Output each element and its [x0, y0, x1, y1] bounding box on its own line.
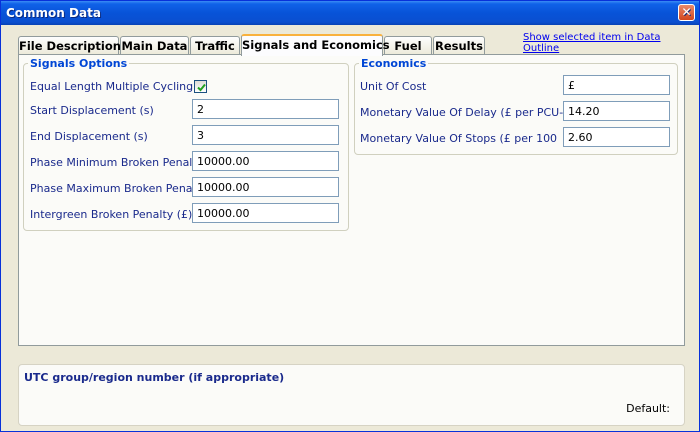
intergreen-penalty-input[interactable] — [192, 203, 339, 223]
unit-of-cost-input[interactable] — [563, 75, 670, 95]
info-box: UTC group/region number (if appropriate)… — [18, 364, 685, 426]
signals-options-legend: Signals Options — [30, 57, 128, 70]
equal-length-checkbox[interactable] — [194, 80, 207, 93]
phase-max-penalty-input[interactable] — [192, 177, 339, 197]
window-title: Common Data — [6, 6, 101, 20]
economics-legend: Economics — [361, 57, 427, 70]
default-label: Default: — [626, 402, 670, 415]
end-displacement-label: End Displacement (s) — [30, 130, 148, 143]
tab-traffic[interactable]: Traffic — [190, 36, 240, 55]
close-icon: ✕ — [681, 5, 692, 19]
title-bar: Common Data ✕ — [1, 1, 699, 25]
tab-main-data[interactable]: Main Data — [120, 36, 189, 55]
tab-results[interactable]: Results — [433, 36, 485, 55]
check-icon — [197, 83, 206, 92]
phase-min-penalty-input[interactable] — [192, 151, 339, 171]
intergreen-penalty-label: Intergreen Broken Penalty (£) — [30, 208, 193, 221]
equal-length-label: Equal Length Multiple Cycling — [30, 80, 194, 93]
start-displacement-label: Start Displacement (s) — [30, 104, 154, 117]
delay-value-input[interactable] — [563, 101, 670, 121]
phase-max-penalty-label: Phase Maximum Broken Penalty — [30, 182, 207, 195]
show-in-data-outline-link[interactable]: Show selected item in Data Outline — [523, 32, 699, 54]
stops-value-label: Monetary Value Of Stops (£ per 100 — [360, 132, 558, 145]
tab-fuel[interactable]: Fuel — [384, 36, 432, 55]
tab-panel: Signals Options Equal Length Multiple Cy… — [18, 54, 685, 346]
start-displacement-input[interactable] — [192, 99, 339, 119]
common-data-window: Common Data ✕ File Description Main Data… — [0, 0, 700, 432]
phase-min-penalty-label: Phase Minimum Broken Penalty — [30, 156, 204, 169]
end-displacement-input[interactable] — [192, 125, 339, 145]
delay-value-label: Monetary Value Of Delay (£ per PCU-hr) — [360, 106, 579, 119]
utc-group-label: UTC group/region number (if appropriate) — [24, 371, 285, 384]
tab-file-description[interactable]: File Description — [18, 36, 121, 55]
close-button[interactable]: ✕ — [678, 4, 695, 21]
stops-value-input[interactable] — [563, 127, 670, 147]
unit-of-cost-label: Unit Of Cost — [360, 80, 427, 93]
tab-signals-and-economics[interactable]: Signals and Economics — [241, 34, 390, 56]
